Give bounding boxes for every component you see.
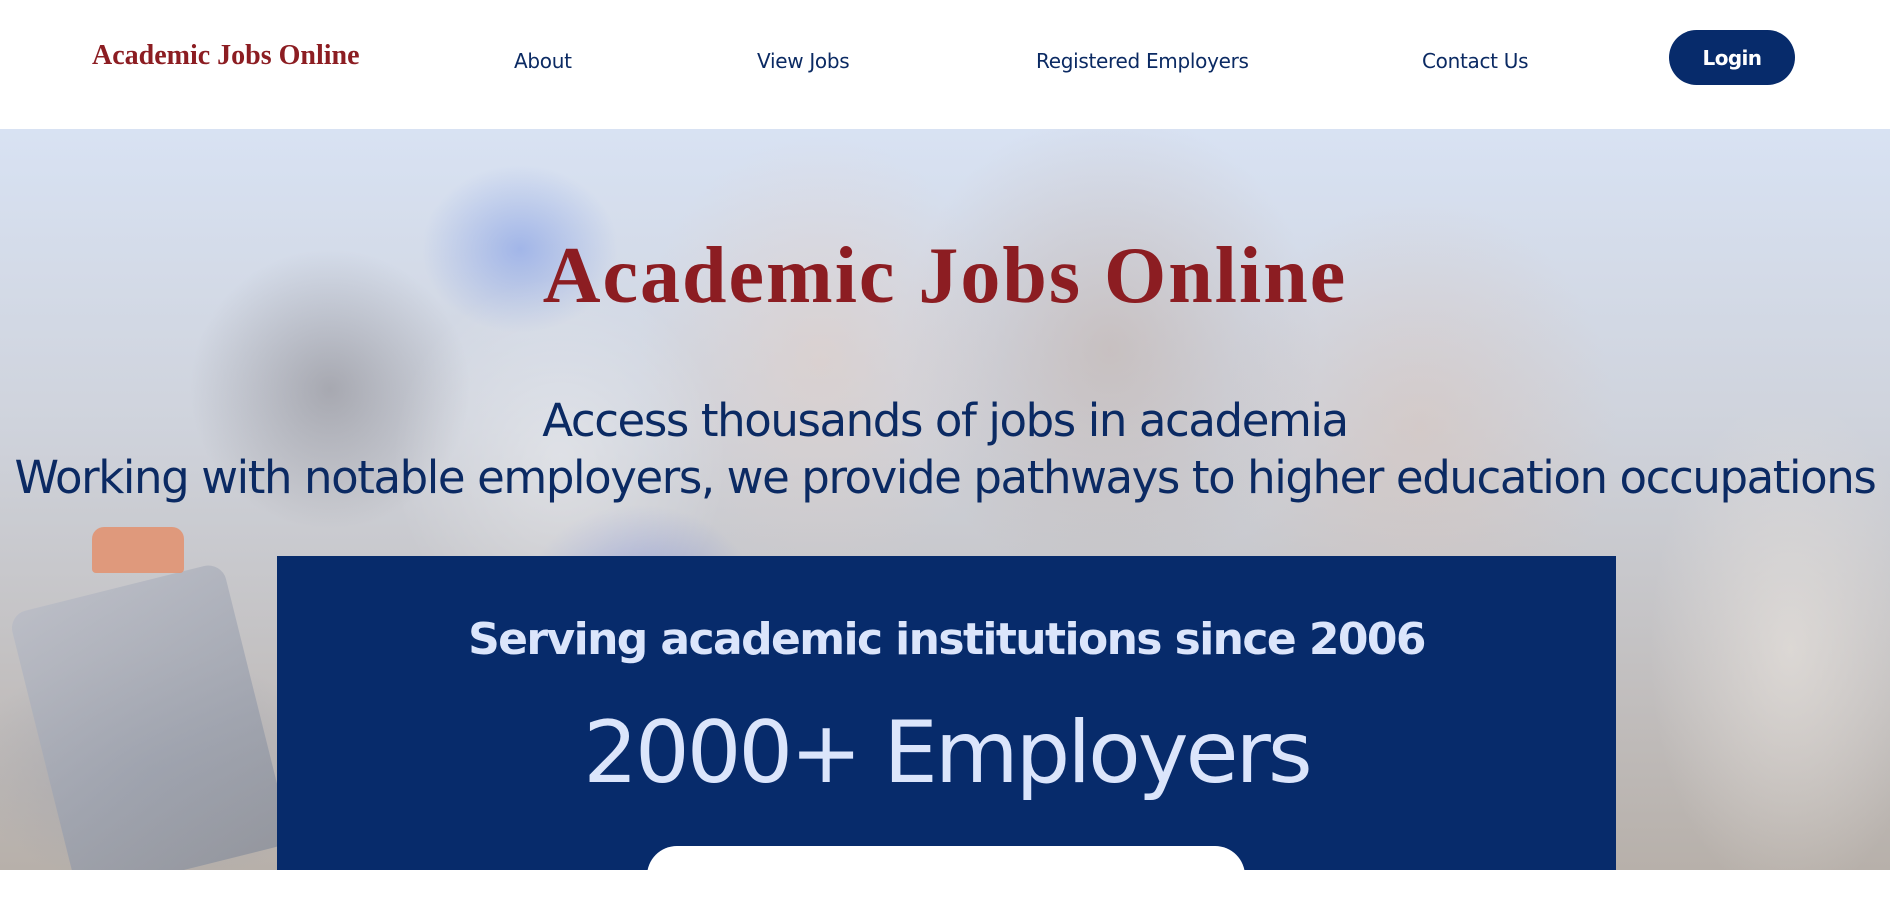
hero-title: Academic Jobs Online [542, 232, 1348, 320]
nav-link-view-jobs[interactable]: View Jobs [757, 49, 850, 73]
hero-background-laptop [8, 561, 292, 870]
hero-subtitle-line1: Access thousands of jobs in academia [542, 394, 1349, 447]
site-header: Academic Jobs Online About View Jobs Reg… [0, 0, 1890, 129]
search-input[interactable] [647, 846, 1245, 906]
nav-link-registered-employers[interactable]: Registered Employers [1036, 49, 1249, 73]
stats-tagline: Serving academic institutions since 2006 [468, 614, 1426, 665]
site-logo[interactable]: Academic Jobs Online [92, 40, 360, 72]
stats-panel: Serving academic institutions since 2006… [277, 556, 1616, 906]
hero-background-bottle [92, 527, 184, 573]
hero-subtitle-line2: Working with notable employers, we provi… [14, 451, 1877, 504]
employer-count: 2000+ Employers [583, 703, 1312, 803]
login-button[interactable]: Login [1669, 30, 1795, 85]
nav-link-contact-us[interactable]: Contact Us [1422, 49, 1529, 73]
nav-link-about[interactable]: About [514, 49, 572, 73]
